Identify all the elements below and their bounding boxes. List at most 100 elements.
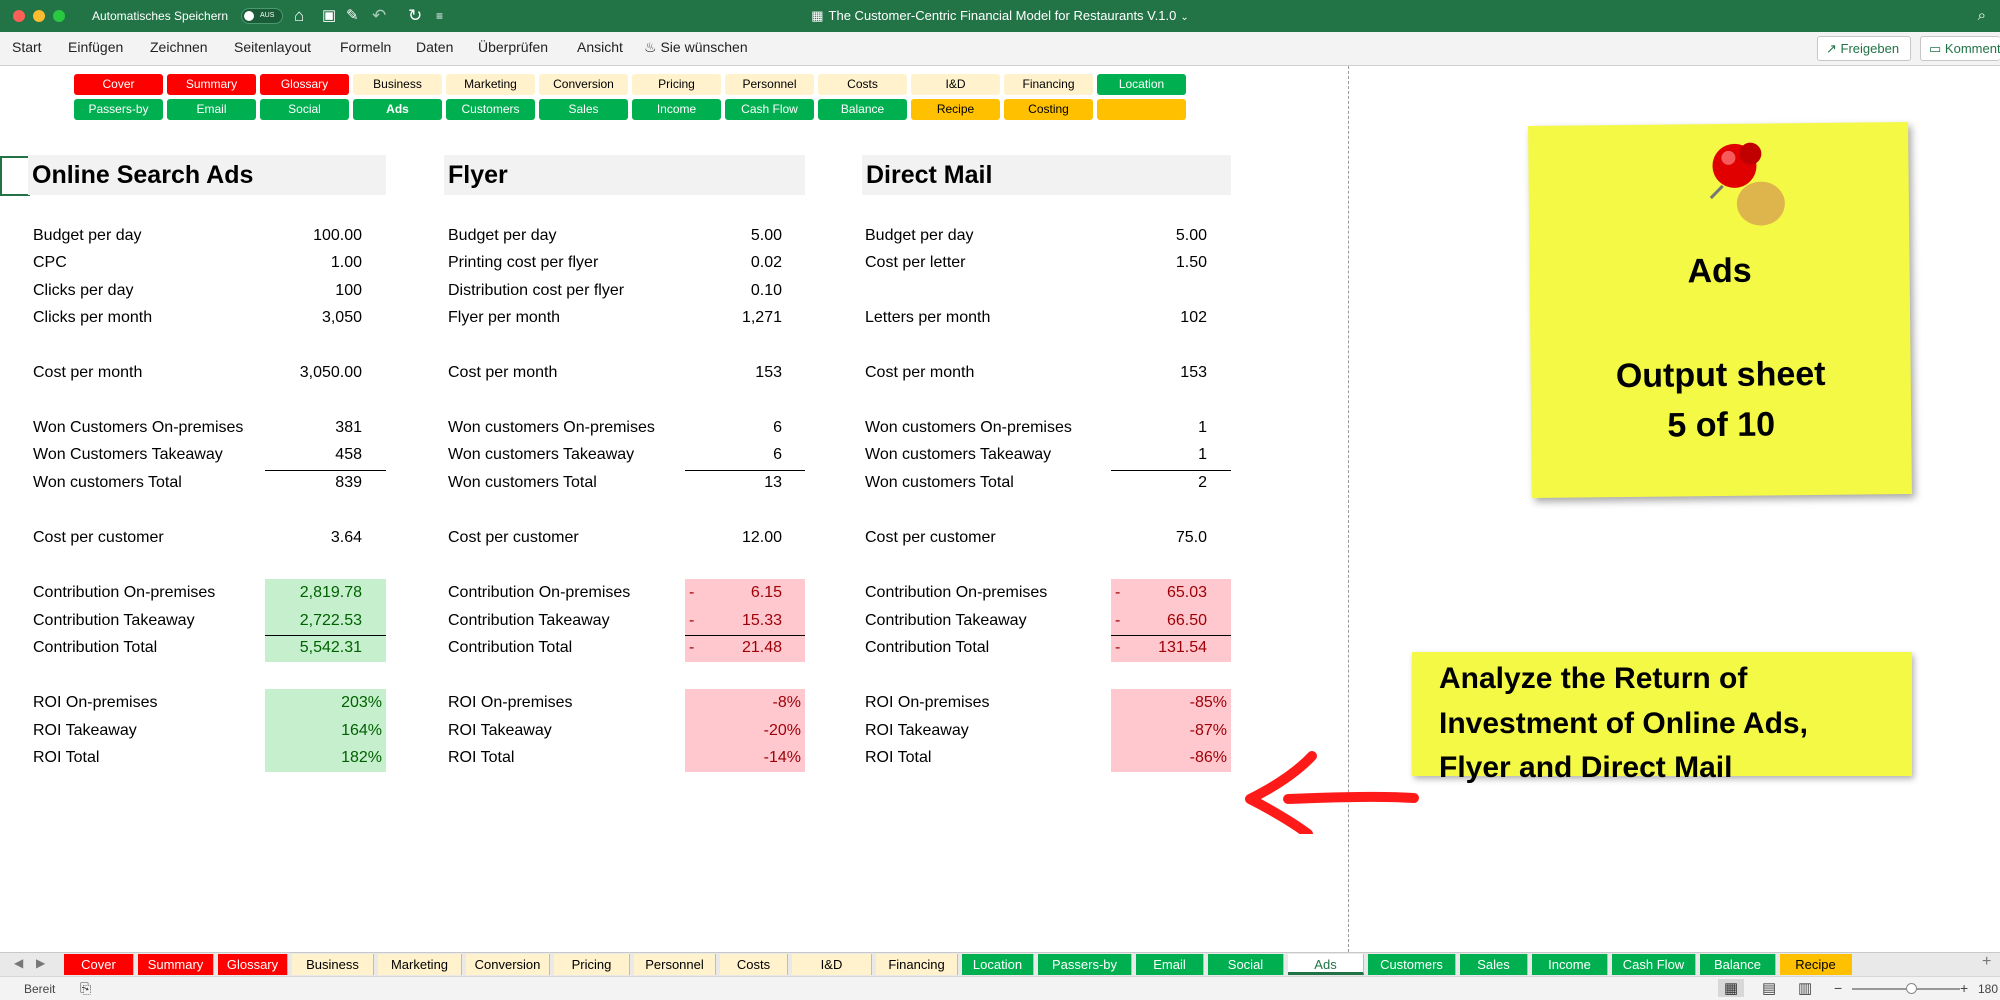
flyer-contrib-onprem-value[interactable]: 6.15 bbox=[680, 584, 782, 602]
flyer-cost-month-value[interactable]: 153 bbox=[680, 364, 782, 382]
flyer-roi-onprem-value[interactable]: -8% bbox=[680, 694, 801, 712]
menu-start[interactable]: Start bbox=[12, 39, 42, 55]
sheet-tab-email[interactable]: Email bbox=[1136, 954, 1204, 975]
nav-button-email[interactable]: Email bbox=[167, 99, 256, 120]
sheet-tab-business[interactable]: Business bbox=[292, 954, 374, 975]
zoom-out-icon[interactable]: − bbox=[1834, 980, 1842, 996]
nav-button-financing[interactable]: Financing bbox=[1004, 74, 1093, 95]
flyer-roi-total-value[interactable]: -14% bbox=[680, 749, 801, 767]
sheet-tab-social[interactable]: Social bbox=[1208, 954, 1284, 975]
nav-button-costing[interactable]: Costing bbox=[1004, 99, 1093, 120]
sheet-tab-summary[interactable]: Summary bbox=[138, 954, 214, 975]
zoom-slider-knob[interactable] bbox=[1906, 983, 1917, 994]
nav-button-customers[interactable]: Customers bbox=[446, 99, 535, 120]
nav-button-marketing[interactable]: Marketing bbox=[446, 74, 535, 95]
tab-scroll-right-icon[interactable]: ▶ bbox=[36, 956, 45, 970]
mail-cost-letter-value[interactable]: 1.50 bbox=[1105, 254, 1207, 272]
nav-button-social[interactable]: Social bbox=[260, 99, 349, 120]
nav-button-passers-by[interactable]: Passers-by bbox=[74, 99, 163, 120]
mail-budget-value[interactable]: 5.00 bbox=[1105, 227, 1207, 245]
online-won-takeaway-value[interactable]: 458 bbox=[260, 446, 362, 464]
menu-einfuegen[interactable]: Einfügen bbox=[68, 39, 123, 55]
online-won-onprem-value[interactable]: 381 bbox=[260, 419, 362, 437]
nav-button-personnel[interactable]: Personnel bbox=[725, 74, 814, 95]
nav-button-income[interactable]: Income bbox=[632, 99, 721, 120]
sheet-tab-pricing[interactable]: Pricing bbox=[554, 954, 630, 975]
online-budget-value[interactable]: 100.00 bbox=[260, 227, 362, 245]
sheet-tab-marketing[interactable]: Marketing bbox=[378, 954, 462, 975]
sheet-tab-income[interactable]: Income bbox=[1532, 954, 1608, 975]
sheet-tab-financing[interactable]: Financing bbox=[876, 954, 958, 975]
sheet-tab-conversion[interactable]: Conversion bbox=[466, 954, 550, 975]
mail-roi-total-value[interactable]: -86% bbox=[1105, 749, 1227, 767]
page-layout-view-icon[interactable]: ▤ bbox=[1762, 979, 1776, 997]
nav-button-ads[interactable]: Ads bbox=[353, 99, 442, 120]
nav-button-glossary[interactable]: Glossary bbox=[260, 74, 349, 95]
nav-button-location[interactable]: Location bbox=[1097, 74, 1186, 95]
page-break-view-icon[interactable]: ▥ bbox=[1798, 979, 1812, 997]
sheet-tab-i-d[interactable]: I&D bbox=[792, 954, 872, 975]
search-icon[interactable]: ⌕ bbox=[1978, 7, 1986, 24]
menu-daten[interactable]: Daten bbox=[416, 39, 453, 55]
add-sheet-icon[interactable]: + bbox=[1982, 953, 1991, 971]
flyer-won-takeaway-value[interactable]: 6 bbox=[680, 446, 782, 464]
online-cpc-value[interactable]: 1.00 bbox=[260, 254, 362, 272]
tab-scroll-left-icon[interactable]: ◀ bbox=[14, 956, 23, 970]
sheet-tab-cash-flow[interactable]: Cash Flow bbox=[1612, 954, 1696, 975]
nav-button-cover[interactable]: Cover bbox=[74, 74, 163, 95]
sheet-tab-cover[interactable]: Cover bbox=[64, 954, 134, 975]
menu-formeln[interactable]: Formeln bbox=[340, 39, 391, 55]
nav-button-conversion[interactable]: Conversion bbox=[539, 74, 628, 95]
nav-button-blank[interactable] bbox=[1097, 99, 1186, 120]
nav-button-recipe[interactable]: Recipe bbox=[911, 99, 1000, 120]
online-contrib-total-value[interactable]: 5,542.31 bbox=[260, 639, 362, 657]
sheet-tab-sales[interactable]: Sales bbox=[1460, 954, 1528, 975]
normal-view-icon[interactable]: ▦ bbox=[1718, 979, 1745, 997]
mail-letters-month-value[interactable]: 102 bbox=[1105, 309, 1207, 327]
selected-cell[interactable] bbox=[0, 156, 30, 196]
mail-cost-month-value[interactable]: 153 bbox=[1105, 364, 1207, 382]
mail-contrib-total-value[interactable]: 131.54 bbox=[1105, 639, 1207, 657]
mail-cost-customer-value[interactable]: 75.0 bbox=[1105, 529, 1207, 547]
flyer-contrib-takeaway-value[interactable]: 15.33 bbox=[680, 612, 782, 630]
sheet-tab-location[interactable]: Location bbox=[962, 954, 1034, 975]
nav-button-balance[interactable]: Balance bbox=[818, 99, 907, 120]
flyer-won-onprem-value[interactable]: 6 bbox=[680, 419, 782, 437]
mail-roi-onprem-value[interactable]: -85% bbox=[1105, 694, 1227, 712]
nav-button-costs[interactable]: Costs bbox=[818, 74, 907, 95]
flyer-won-total-value[interactable]: 13 bbox=[680, 474, 782, 492]
zoom-level[interactable]: 180 % bbox=[1978, 982, 2000, 996]
nav-button-sales[interactable]: Sales bbox=[539, 99, 628, 120]
worksheet-ads[interactable]: Cover Summary Glossary Business Marketing Con… bbox=[0, 66, 2000, 952]
sheet-tab-glossary[interactable]: Glossary bbox=[218, 954, 288, 975]
mail-roi-takeaway-value[interactable]: -87% bbox=[1105, 722, 1227, 740]
flyer-cost-customer-value[interactable]: 12.00 bbox=[680, 529, 782, 547]
sheet-tab-personnel[interactable]: Personnel bbox=[634, 954, 716, 975]
online-roi-onprem-value[interactable]: 203% bbox=[260, 694, 382, 712]
online-won-total-value[interactable]: 839 bbox=[260, 474, 362, 492]
menu-ansicht[interactable]: Ansicht bbox=[577, 39, 623, 55]
nav-button-pricing[interactable]: Pricing bbox=[632, 74, 721, 95]
mail-won-total-value[interactable]: 2 bbox=[1105, 474, 1207, 492]
mail-won-takeaway-value[interactable]: 1 bbox=[1105, 446, 1207, 464]
online-roi-takeaway-value[interactable]: 164% bbox=[260, 722, 382, 740]
online-cost-customer-value[interactable]: 3.64 bbox=[260, 529, 362, 547]
online-contrib-onprem-value[interactable]: 2,819.78 bbox=[260, 584, 362, 602]
online-clicks-day-value[interactable]: 100 bbox=[260, 282, 362, 300]
menu-seitenlayout[interactable]: Seitenlayout bbox=[234, 39, 311, 55]
online-roi-total-value[interactable]: 182% bbox=[260, 749, 382, 767]
sheet-tab-recipe[interactable]: Recipe bbox=[1780, 954, 1852, 975]
sheet-tab-passers-by[interactable]: Passers-by bbox=[1038, 954, 1132, 975]
sheet-tab-customers[interactable]: Customers bbox=[1368, 954, 1456, 975]
tell-me-search[interactable]: ♨ Sie wünschen bbox=[644, 39, 748, 56]
flyer-printing-value[interactable]: 0.02 bbox=[680, 254, 782, 272]
mail-contrib-onprem-value[interactable]: 65.03 bbox=[1105, 584, 1207, 602]
sheet-tab-balance[interactable]: Balance bbox=[1700, 954, 1776, 975]
flyer-roi-takeaway-value[interactable]: -20% bbox=[680, 722, 801, 740]
menu-ueberpruefen[interactable]: Überprüfen bbox=[478, 39, 548, 55]
sheet-tab-ads[interactable]: Ads bbox=[1288, 954, 1364, 975]
online-clicks-month-value[interactable]: 3,050 bbox=[260, 309, 362, 327]
flyer-distribution-value[interactable]: 0.10 bbox=[680, 282, 782, 300]
nav-button-i-d[interactable]: I&D bbox=[911, 74, 1000, 95]
zoom-in-icon[interactable]: + bbox=[1960, 980, 1968, 996]
